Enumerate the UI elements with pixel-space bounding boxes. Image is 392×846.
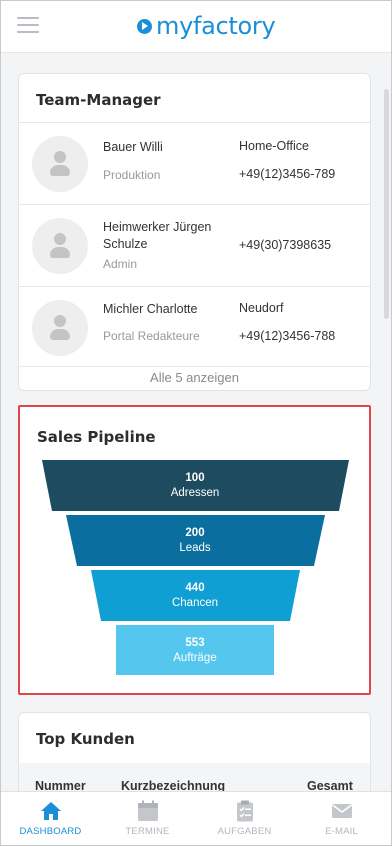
stage-value: 200	[185, 527, 205, 539]
member-role: Admin	[103, 257, 138, 271]
avatar-placeholder-icon	[32, 300, 88, 356]
team-member-row[interactable]: Michler Charlotte Portal Redakteure Neud…	[19, 286, 370, 368]
brand-logo[interactable]: myfactory	[137, 11, 276, 41]
card-title: Team-Manager	[36, 91, 161, 109]
clipboard-icon	[237, 800, 253, 822]
nav-item-dashboard[interactable]: DASHBOARD	[2, 792, 99, 845]
member-location: Neudorf	[239, 301, 284, 315]
nav-item-termine[interactable]: TERMINE	[99, 792, 196, 845]
show-all-link[interactable]: Alle 5 anzeigen	[19, 366, 370, 390]
stage-label: 440 Chancen	[115, 581, 275, 611]
member-role: Portal Redakteure	[103, 329, 200, 343]
stage-name: Leads	[179, 542, 211, 554]
app-header: myfactory	[1, 1, 391, 53]
stage-value: 100	[185, 472, 205, 484]
brand-name: myfactory	[156, 12, 276, 40]
sales-funnel: 100 Adressen 200 Leads 440 Chancen 553 A…	[20, 407, 369, 693]
member-name: Michler Charlotte	[103, 302, 198, 316]
avatar-placeholder-icon	[32, 136, 88, 192]
stage-label: 200 Leads	[115, 526, 275, 556]
mail-icon	[332, 804, 352, 818]
avatar-placeholder-icon	[32, 218, 88, 274]
member-role: Produktion	[103, 168, 161, 182]
nav-label: TERMINE	[125, 826, 170, 837]
team-member-row[interactable]: Bauer Willi Produktion Home-Office +49(1…	[19, 122, 370, 204]
stage-name: Aufträge	[173, 652, 217, 664]
stage-name: Adressen	[170, 487, 220, 499]
bottom-navigation: DASHBOARD TERMINE AUFGABEN E-MAIL	[1, 791, 391, 845]
member-name: Heimwerker Jürgen Schulze	[103, 220, 212, 251]
member-name: Bauer Willi	[103, 140, 163, 154]
member-location: Home-Office	[239, 139, 309, 153]
nav-label: AUFGABEN	[217, 826, 272, 837]
sales-pipeline-card: Sales Pipeline 100 Adressen 200 Leads 44…	[18, 405, 371, 695]
team-manager-card: Team-Manager Bauer Willi Produktion Home…	[18, 73, 371, 391]
member-phone[interactable]: +49(12)3456-789	[239, 167, 335, 181]
nav-item-aufgaben[interactable]: AUFGABEN	[196, 792, 293, 845]
stage-name: Chancen	[171, 597, 219, 609]
calendar-icon	[138, 800, 158, 821]
member-phone[interactable]: +49(12)3456-788	[239, 329, 335, 343]
stage-value: 553	[185, 637, 205, 649]
stage-label: 100 Adressen	[115, 471, 275, 501]
app-frame: myfactory Team-Manager Bauer Willi Produ…	[0, 0, 392, 846]
nav-item-email[interactable]: E-MAIL	[293, 792, 390, 845]
home-icon	[41, 802, 61, 820]
member-phone[interactable]: +49(30)7398635	[239, 238, 331, 252]
stage-label: 553 Aufträge	[115, 636, 275, 666]
nav-label: E-MAIL	[325, 826, 358, 837]
card-title: Top Kunden	[36, 730, 135, 748]
menu-icon[interactable]	[17, 17, 39, 35]
stage-value: 440	[185, 582, 205, 594]
team-member-row[interactable]: Heimwerker Jürgen Schulze Admin +49(30)7…	[19, 204, 370, 286]
nav-label: DASHBOARD	[19, 826, 82, 837]
play-logo-icon	[137, 18, 152, 34]
scrollbar[interactable]	[384, 89, 389, 319]
